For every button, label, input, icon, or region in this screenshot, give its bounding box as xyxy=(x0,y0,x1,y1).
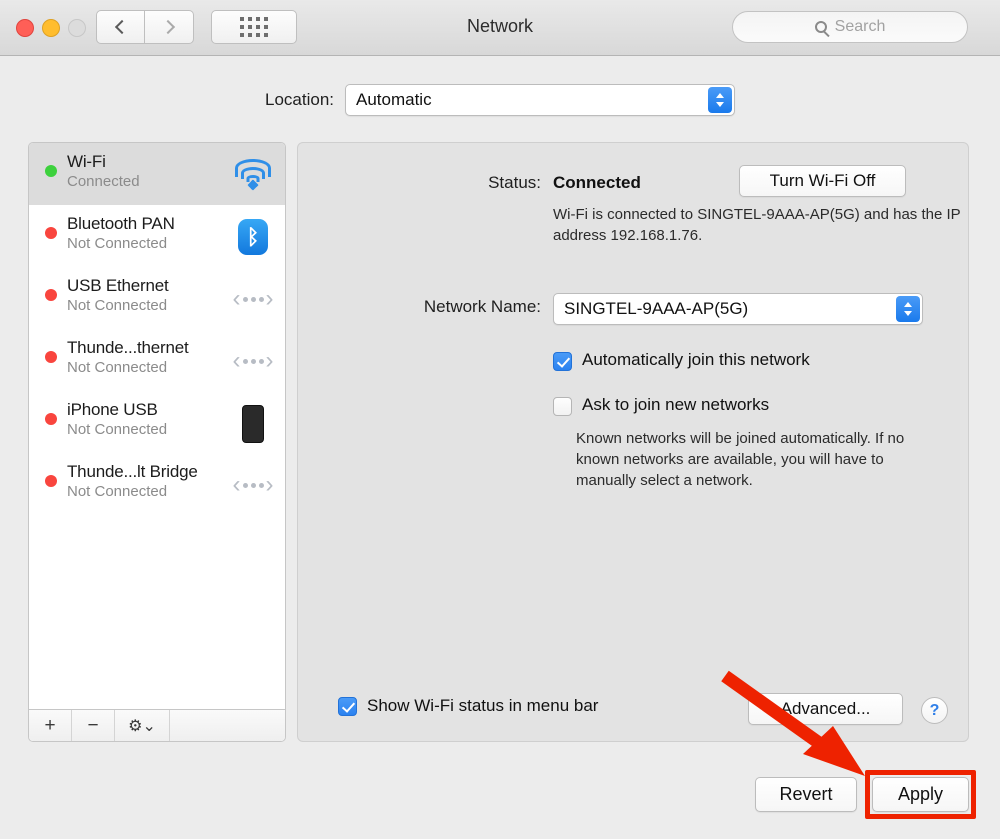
status-dot-disconnected xyxy=(45,413,57,425)
status-dot-disconnected xyxy=(45,227,57,239)
help-button[interactable]: ? xyxy=(921,697,948,724)
revert-button[interactable]: Revert xyxy=(755,777,857,812)
status-dot-connected xyxy=(45,165,57,177)
location-value: Automatic xyxy=(356,90,432,109)
auto-join-checkbox[interactable] xyxy=(553,352,572,371)
status-value: Connected xyxy=(553,173,641,192)
gear-icon: ⚙ xyxy=(128,717,143,735)
sidebar-item-wifi[interactable]: Wi-Fi Connected xyxy=(29,143,285,205)
status-dot-disconnected xyxy=(45,289,57,301)
search-placeholder: Search xyxy=(834,18,886,35)
network-name-value: SINGTEL-9AAA-AP(5G) xyxy=(564,299,749,318)
show-status-menubar-row[interactable]: Show Wi-Fi status in menu bar xyxy=(338,695,598,716)
status-dot-disconnected xyxy=(45,475,57,487)
bluetooth-icon: ᛒ xyxy=(233,219,273,255)
search-icon xyxy=(814,21,827,33)
window-titlebar: Network Search xyxy=(0,0,1000,56)
network-services-list[interactable]: Wi-Fi Connected Bluetooth PAN Not Connec… xyxy=(28,142,286,742)
network-name-label: Network Name: xyxy=(423,297,541,316)
show-status-menubar-label: Show Wi-Fi status in menu bar xyxy=(367,695,599,715)
sidebar-item-thunderbolt-ethernet[interactable]: Thunde...thernet Not Connected ‹ › xyxy=(29,329,285,391)
sidebar-item-bluetooth-pan[interactable]: Bluetooth PAN Not Connected ᛒ xyxy=(29,205,285,267)
sidebar-item-thunderbolt-bridge[interactable]: Thunde...lt Bridge Not Connected ‹ › xyxy=(29,453,285,515)
location-label: Location: xyxy=(265,90,334,109)
ethernet-icon: ‹ › xyxy=(232,471,274,498)
add-service-button[interactable]: + xyxy=(29,710,72,741)
location-row: Location: Automatic xyxy=(0,84,1000,116)
sidebar-toolbar: + − ⚙ ⌄ xyxy=(29,709,285,741)
advanced-button[interactable]: Advanced... xyxy=(748,693,903,725)
wifi-settings-panel: Status: Connected Turn Wi-Fi Off Wi-Fi i… xyxy=(297,142,969,742)
ethernet-icon: ‹ › xyxy=(232,347,274,374)
ask-join-label: Ask to join new networks xyxy=(582,395,770,414)
chevron-down-icon: ⌄ xyxy=(142,717,156,735)
ask-join-checkbox[interactable] xyxy=(553,397,572,416)
location-select[interactable]: Automatic xyxy=(345,84,735,116)
sidebar-item-usb-ethernet[interactable]: USB Ethernet Not Connected ‹ › xyxy=(29,267,285,329)
search-field[interactable]: Search xyxy=(732,11,968,43)
auto-join-checkbox-row[interactable]: Automatically join this network xyxy=(553,350,810,371)
actions-gear-button[interactable]: ⚙ ⌄ xyxy=(115,710,170,741)
sidebar-item-iphone-usb[interactable]: iPhone USB Not Connected xyxy=(29,391,285,453)
join-help-text: Known networks will be joined automatica… xyxy=(576,430,905,489)
network-name-select[interactable]: SINGTEL-9AAA-AP(5G) xyxy=(553,293,923,325)
auto-join-label: Automatically join this network xyxy=(582,350,810,369)
ethernet-icon: ‹ › xyxy=(232,285,274,312)
ask-join-checkbox-row[interactable]: Ask to join new networks xyxy=(553,395,769,416)
show-status-menubar-checkbox[interactable] xyxy=(338,697,357,716)
status-description: Wi-Fi is connected to SINGTEL-9AAA-AP(5G… xyxy=(553,206,961,244)
wifi-icon xyxy=(233,157,273,193)
chevron-updown-icon[interactable] xyxy=(896,296,920,322)
network-preferences-window: Network Search Location: Automatic Wi-Fi… xyxy=(0,0,1000,839)
apply-highlight-annotation xyxy=(865,770,976,819)
iphone-icon xyxy=(233,405,273,443)
turn-wifi-off-button[interactable]: Turn Wi-Fi Off xyxy=(739,165,906,197)
status-label: Status: xyxy=(488,173,541,192)
chevron-updown-icon[interactable] xyxy=(708,87,732,113)
status-dot-disconnected xyxy=(45,351,57,363)
remove-service-button[interactable]: − xyxy=(72,710,115,741)
